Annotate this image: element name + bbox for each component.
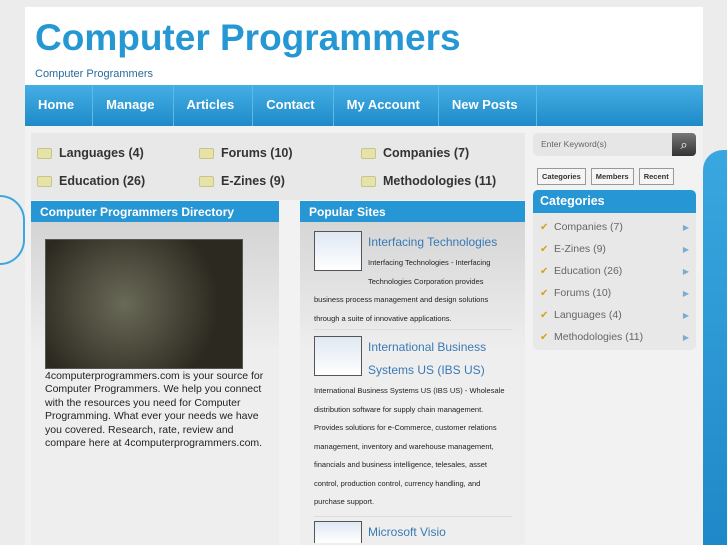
nav-my-account[interactable]: My Account — [334, 85, 439, 126]
sidebar-item-label: Languages (4) — [554, 309, 622, 321]
nav-contact[interactable]: Contact — [253, 85, 334, 126]
check-icon: ✔ — [540, 265, 549, 277]
category-link[interactable]: E-Zines (9) — [199, 174, 285, 188]
folder-icon — [361, 147, 376, 159]
search-button[interactable]: ⌕ — [672, 133, 696, 156]
category-link[interactable]: Forums (10) — [199, 146, 293, 160]
nav-manage[interactable]: Manage — [93, 85, 174, 126]
sidebar-item[interactable]: ✔ Companies (7) ▶ — [533, 216, 696, 238]
search-placeholder: Enter Keyword(s) — [541, 139, 607, 149]
check-icon: ✔ — [540, 309, 549, 321]
directory-text: 4computerprogrammers.com is your source … — [45, 370, 264, 450]
site-thumbnail[interactable] — [314, 521, 362, 543]
site-entry: International Business Systems US (IBS U… — [314, 336, 512, 512]
sidebar-item-label: Forums (10) — [554, 287, 612, 299]
category-label: Languages (4) — [59, 146, 144, 160]
arrow-right-icon: ▶ — [682, 244, 689, 254]
main-nav: Home Manage Articles Contact My Account … — [25, 85, 703, 126]
tab-members[interactable]: Members — [590, 168, 634, 185]
sidebar-item-label: Education (26) — [554, 265, 623, 277]
sidebar-item[interactable]: ✔ Languages (4) ▶ — [533, 304, 696, 326]
search-input[interactable]: Enter Keyword(s) ⌕ — [533, 133, 696, 156]
sidebar-heading: Categories — [533, 190, 696, 213]
sidebar-item-label: E-Zines (9) — [554, 243, 606, 255]
tab-categories[interactable]: Categories — [537, 168, 586, 185]
sidebar-item[interactable]: ✔ Methodologies (11) ▶ — [533, 326, 696, 348]
directory-panel: 4computerprogrammers.com is your source … — [31, 222, 279, 545]
category-label: Companies (7) — [383, 146, 470, 160]
tab-recent[interactable]: Recent — [638, 168, 674, 185]
content: Languages (4) Forums (10) Companies (7) … — [25, 126, 703, 545]
divider — [314, 516, 512, 517]
arrow-right-icon: ▶ — [682, 310, 689, 320]
nav-home[interactable]: Home — [25, 85, 94, 126]
sidebar-item[interactable]: ✔ Education (26) ▶ — [533, 260, 696, 282]
category-label: Education (26) — [59, 174, 146, 188]
category-label: E-Zines (9) — [221, 174, 285, 188]
check-icon: ✔ — [540, 287, 549, 299]
background-decoration — [703, 150, 727, 545]
folder-icon — [199, 147, 214, 159]
site-thumbnail[interactable] — [314, 336, 362, 376]
site-description: International Business Systems US (IBS U… — [314, 386, 505, 506]
nav-articles[interactable]: Articles — [174, 85, 254, 126]
sidebar-item[interactable]: ✔ E-Zines (9) ▶ — [533, 238, 696, 260]
page: Computer Programmers Computer Programmer… — [25, 7, 703, 545]
directory-photo — [45, 239, 243, 369]
sidebar-categories: Categories ✔ Companies (7) ▶ ✔ E-Zines (9) ▶… — [533, 190, 696, 350]
folder-icon — [199, 175, 214, 187]
arrow-right-icon: ▶ — [682, 288, 689, 298]
category-link[interactable]: Languages (4) — [37, 146, 144, 160]
category-label: Forums (10) — [221, 146, 293, 160]
arrow-right-icon: ▶ — [682, 222, 689, 232]
site-tagline: Computer Programmers — [35, 68, 153, 80]
nav-new-posts[interactable]: New Posts — [439, 85, 537, 126]
folder-icon — [37, 175, 52, 187]
sidebar-tabs: Categories Members Recent — [537, 168, 674, 185]
sidebar-item-label: Companies (7) — [554, 221, 623, 233]
popular-heading: Popular Sites — [300, 201, 525, 223]
directory-heading: Computer Programmers Directory — [31, 201, 279, 223]
category-link[interactable]: Methodologies (11) — [361, 174, 496, 188]
check-icon: ✔ — [540, 331, 549, 343]
search-icon: ⌕ — [680, 137, 688, 152]
site-entry: Microsoft Visio — [314, 521, 512, 545]
site-thumbnail[interactable] — [314, 231, 362, 271]
category-grid: Languages (4) Forums (10) Companies (7) … — [31, 133, 525, 200]
arrow-right-icon: ▶ — [682, 332, 689, 342]
folder-icon — [37, 147, 52, 159]
site-entry: Interfacing Technologies Interfacing Tech… — [314, 231, 512, 328]
divider — [314, 329, 512, 330]
category-label: Methodologies (11) — [383, 174, 497, 188]
check-icon: ✔ — [540, 221, 549, 233]
popular-sites-panel: Interfacing Technologies Interfacing Tech… — [300, 222, 525, 545]
sidebar-item-label: Methodologies (11) — [554, 331, 644, 343]
check-icon: ✔ — [540, 243, 549, 255]
site-title[interactable]: Computer Programmers — [35, 17, 461, 59]
category-link[interactable]: Companies (7) — [361, 146, 469, 160]
arrow-right-icon: ▶ — [682, 266, 689, 276]
category-link[interactable]: Education (26) — [37, 174, 145, 188]
folder-icon — [361, 175, 376, 187]
sidebar-item[interactable]: ✔ Forums (10) ▶ — [533, 282, 696, 304]
background-decoration — [0, 195, 25, 265]
